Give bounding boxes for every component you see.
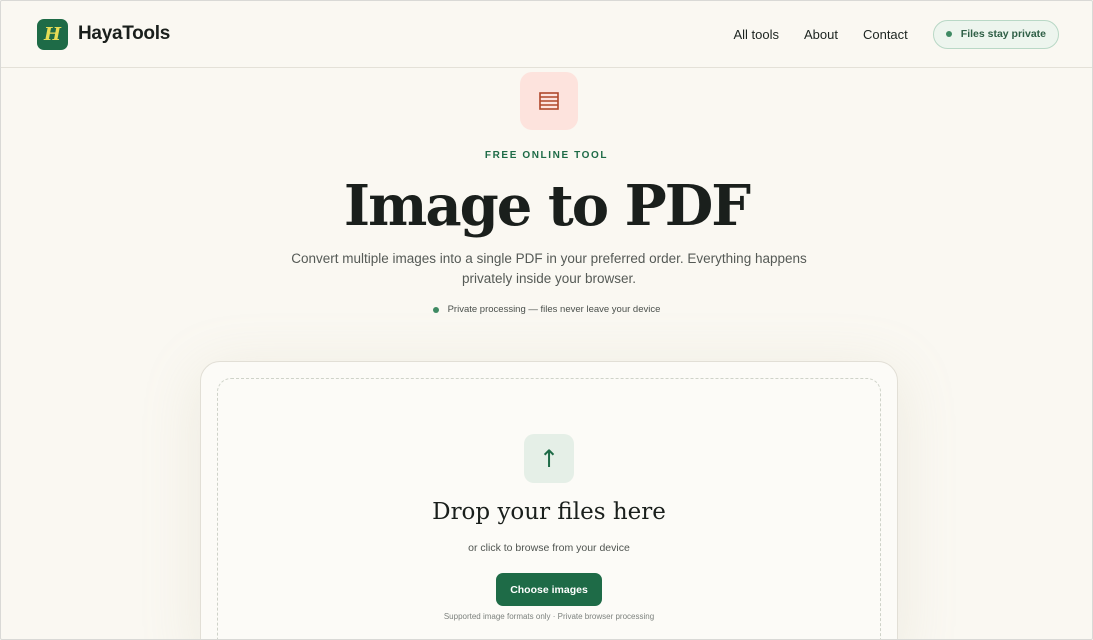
site-header: H HayaTools All tools About Contact File… [1, 1, 1092, 68]
status-dot-icon [432, 306, 439, 313]
brand-name: HayaTools [78, 23, 170, 44]
nav-contact[interactable]: Contact [863, 27, 908, 42]
logo-icon: H [37, 18, 68, 50]
main-nav: All tools About Contact Files stay priva… [733, 19, 1059, 49]
private-processing-note: Private processing — files never leave y… [1, 304, 1092, 315]
status-dot-icon [945, 31, 952, 37]
arrow-up-icon: ↑ [524, 434, 574, 483]
private-note-text: Private processing — files never leave y… [447, 304, 661, 315]
nav-about[interactable]: About [804, 27, 838, 42]
nav-all-tools[interactable]: All tools [733, 27, 779, 42]
dropzone-subtitle: or click to browse from your device [468, 542, 630, 554]
page: H HayaTools All tools About Contact File… [0, 0, 1093, 640]
page-title: Image to PDF [343, 173, 751, 239]
choose-images-button[interactable]: Choose images [496, 573, 602, 606]
document-icon [520, 72, 578, 130]
eyebrow-label: FREE ONLINE TOOL [484, 150, 609, 161]
privacy-badge-label: Files stay private [960, 28, 1046, 40]
dropzone-title: Drop your files here [432, 499, 666, 525]
document-lines-icon [539, 92, 559, 110]
page-subtitle: Convert multiple images into a single PD… [291, 251, 807, 286]
upload-card: ↑ Drop your files here or click to brows… [200, 361, 898, 639]
formats-note: Supported image formats only · Private b… [443, 612, 655, 621]
file-dropzone[interactable]: ↑ Drop your files here or click to brows… [217, 378, 881, 639]
brand-link[interactable]: H HayaTools [37, 18, 170, 50]
privacy-badge: Files stay private [932, 19, 1059, 49]
